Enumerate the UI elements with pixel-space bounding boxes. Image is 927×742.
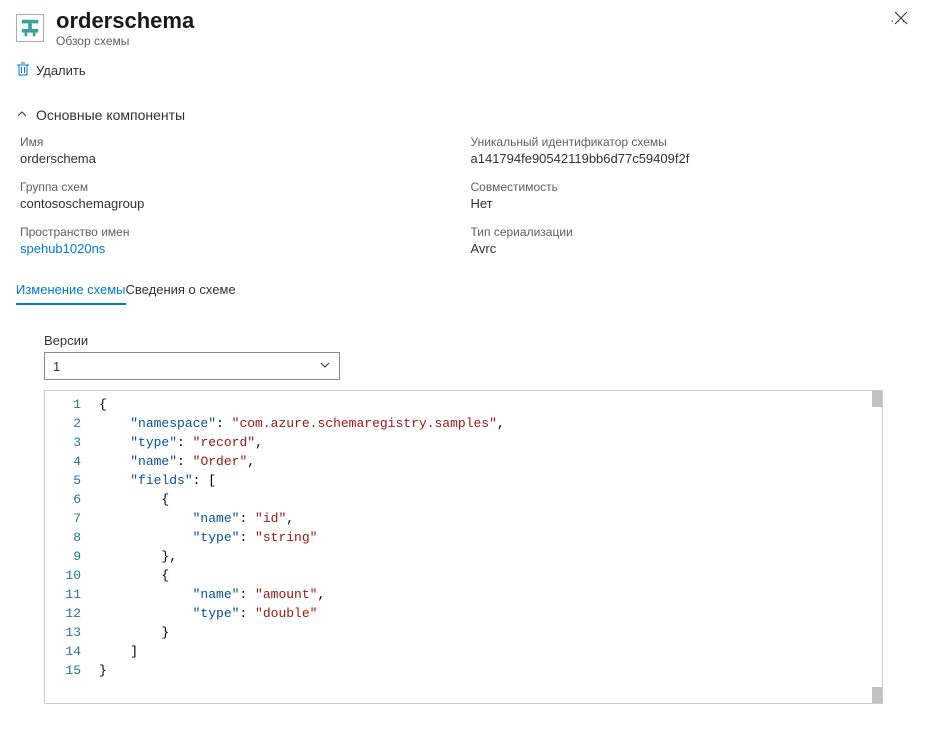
line-number: 13 [49, 623, 81, 642]
code-line[interactable]: "namespace": "com.azure.schemaregistry.s… [99, 414, 876, 433]
prop-value: orderschema [20, 151, 461, 166]
line-number: 12 [49, 604, 81, 623]
line-number: 7 [49, 509, 81, 528]
close-button[interactable] [891, 8, 911, 28]
line-number: 5 [49, 471, 81, 490]
chevron-down-icon [319, 359, 331, 374]
code-line[interactable]: } [99, 661, 876, 680]
code-line[interactable]: { [99, 490, 876, 509]
line-number: 2 [49, 414, 81, 433]
line-number: 11 [49, 585, 81, 604]
code-line[interactable]: "name": "amount", [99, 585, 876, 604]
essentials-toggle[interactable]: Основные компоненты [16, 107, 911, 123]
prop-value: Avrc [471, 241, 912, 256]
prop-value[interactable]: spehub1020ns [20, 241, 461, 256]
code-line[interactable]: "name": "Order", [99, 452, 876, 471]
code-line[interactable]: "type": "string" [99, 528, 876, 547]
line-number: 9 [49, 547, 81, 566]
prop-value: contososchemagroup [20, 196, 461, 211]
code-line[interactable]: } [99, 623, 876, 642]
prop-label: Тип сериализации [471, 225, 912, 239]
line-number: 1 [49, 395, 81, 414]
scrollbar-thumb[interactable] [872, 391, 882, 407]
line-number: 3 [49, 433, 81, 452]
line-number: 8 [49, 528, 81, 547]
code-line[interactable]: "type": "double" [99, 604, 876, 623]
prop-label: Уникальный идентификатор схемы [471, 135, 912, 149]
code-line[interactable]: "type": "record", [99, 433, 876, 452]
line-number: 6 [49, 490, 81, 509]
prop-label: Имя [20, 135, 461, 149]
prop-value: Нет [471, 196, 912, 211]
code-line[interactable]: { [99, 566, 876, 585]
delete-button[interactable]: Удалить [16, 62, 911, 79]
version-selected: 1 [53, 359, 60, 374]
prop-label: Группа схем [20, 180, 461, 194]
scrollbar-thumb[interactable] [872, 687, 882, 703]
prop-value: a141794fe90542119bb6d77c59409f2f [471, 151, 912, 166]
schema-icon [16, 14, 44, 42]
tab-сведения-о-схеме[interactable]: Сведения о схеме [126, 276, 236, 305]
delete-label: Удалить [36, 63, 86, 78]
versions-label: Версии [44, 333, 340, 348]
page-subtitle: Обзор схемы [56, 34, 874, 48]
essentials-label: Основные компоненты [36, 107, 185, 123]
line-number: 10 [49, 566, 81, 585]
line-number: 15 [49, 661, 81, 680]
schema-code-editor[interactable]: 123456789101112131415 { "namespace": "co… [44, 390, 883, 704]
prop-label: Пространство имен [20, 225, 461, 239]
page-title: orderschema [56, 8, 874, 34]
code-line[interactable]: { [99, 395, 876, 414]
code-line[interactable]: "name": "id", [99, 509, 876, 528]
line-number: 14 [49, 642, 81, 661]
code-line[interactable]: }, [99, 547, 876, 566]
trash-icon [16, 62, 30, 79]
prop-label: Совместимость [471, 180, 912, 194]
code-line[interactable]: ] [99, 642, 876, 661]
tab-изменение-схемы[interactable]: Изменение схемы [16, 276, 126, 305]
version-select[interactable]: 1 [44, 352, 340, 380]
chevron-up-icon [16, 107, 28, 123]
code-line[interactable]: "fields": [ [99, 471, 876, 490]
line-number: 4 [49, 452, 81, 471]
